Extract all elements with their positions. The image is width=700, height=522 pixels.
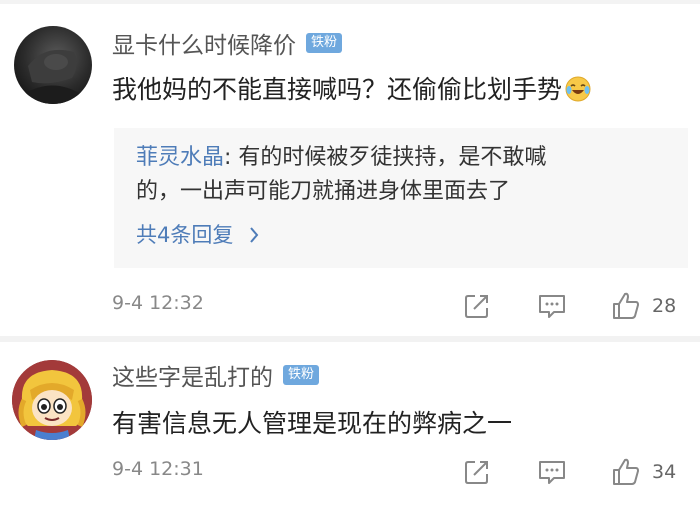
reply-author[interactable]: 菲灵水晶 (136, 145, 224, 170)
reply-separator: : (224, 145, 239, 170)
like-button[interactable]: 34 (610, 454, 676, 490)
like-count: 34 (652, 461, 677, 483)
avatar[interactable] (12, 360, 92, 440)
comment-text: 我他妈的不能直接喊吗？还偷偷比划手势 (112, 72, 592, 108)
view-replies-link[interactable]: 共4条回复 (136, 220, 260, 250)
laughing-tears-emoji-icon (564, 75, 592, 103)
repost-button[interactable] (462, 454, 492, 490)
thumbs-up-icon (613, 292, 639, 319)
comment-header: 这些字是乱打的 铁粉 (112, 358, 320, 392)
comment-icon (539, 295, 565, 318)
comment-item: 显卡什么时候降价 铁粉 我他妈的不能直接喊吗？还偷偷比划手势 菲灵水晶: 有的时… (0, 0, 700, 342)
reply-second-line: 的，一出声可能刀就捅进身体里面去了 (136, 176, 510, 208)
reply-first-line: 菲灵水晶: 有的时候被歹徒挟持，是不敢喊 (136, 142, 546, 174)
repost-icon (465, 461, 488, 484)
view-replies-label: 共4条回复 (136, 223, 234, 247)
comment-header: 显卡什么时候降价 铁粉 (112, 26, 343, 60)
fan-badge: 铁粉 (306, 33, 343, 53)
reply-text-line1: 有的时候被歹徒挟持，是不敢喊 (238, 145, 547, 170)
like-button[interactable]: 28 (610, 288, 676, 324)
comment-body: 我他妈的不能直接喊吗？还偷偷比划手势 (112, 75, 563, 104)
repost-button[interactable] (462, 288, 492, 324)
avatar-image (12, 360, 92, 440)
timestamp: 9-4 12:32 (112, 292, 204, 314)
avatar[interactable] (14, 26, 92, 104)
comment-body: 有害信息无人管理是现在的弊病之一 (112, 409, 513, 438)
comment-button[interactable] (536, 454, 568, 490)
reply-text-line2: 的，一出声可能刀就捅进身体里面去了 (136, 179, 511, 204)
comment-footer: 9-4 12:32 28 (112, 286, 690, 326)
repost-icon (465, 295, 488, 318)
like-count: 28 (652, 295, 677, 317)
comment-item: 这些字是乱打的 铁粉 有害信息无人管理是现在的弊病之一 9-4 12:31 34 (0, 342, 700, 522)
chevron-right-icon (241, 223, 259, 247)
avatar-image (14, 26, 92, 104)
comment-button[interactable] (536, 288, 568, 324)
username[interactable]: 这些字是乱打的 (112, 358, 273, 392)
timestamp: 9-4 12:31 (112, 458, 204, 480)
comment-icon (539, 461, 565, 484)
reply-preview[interactable]: 菲灵水晶: 有的时候被歹徒挟持，是不敢喊 的，一出声可能刀就捅进身体里面去了 共… (114, 128, 688, 268)
fan-badge: 铁粉 (283, 365, 320, 385)
comment-text: 有害信息无人管理是现在的弊病之一 (112, 406, 512, 442)
comment-footer: 9-4 12:31 34 (112, 452, 690, 492)
thumbs-up-icon (613, 458, 639, 485)
username[interactable]: 显卡什么时候降价 (112, 26, 296, 60)
